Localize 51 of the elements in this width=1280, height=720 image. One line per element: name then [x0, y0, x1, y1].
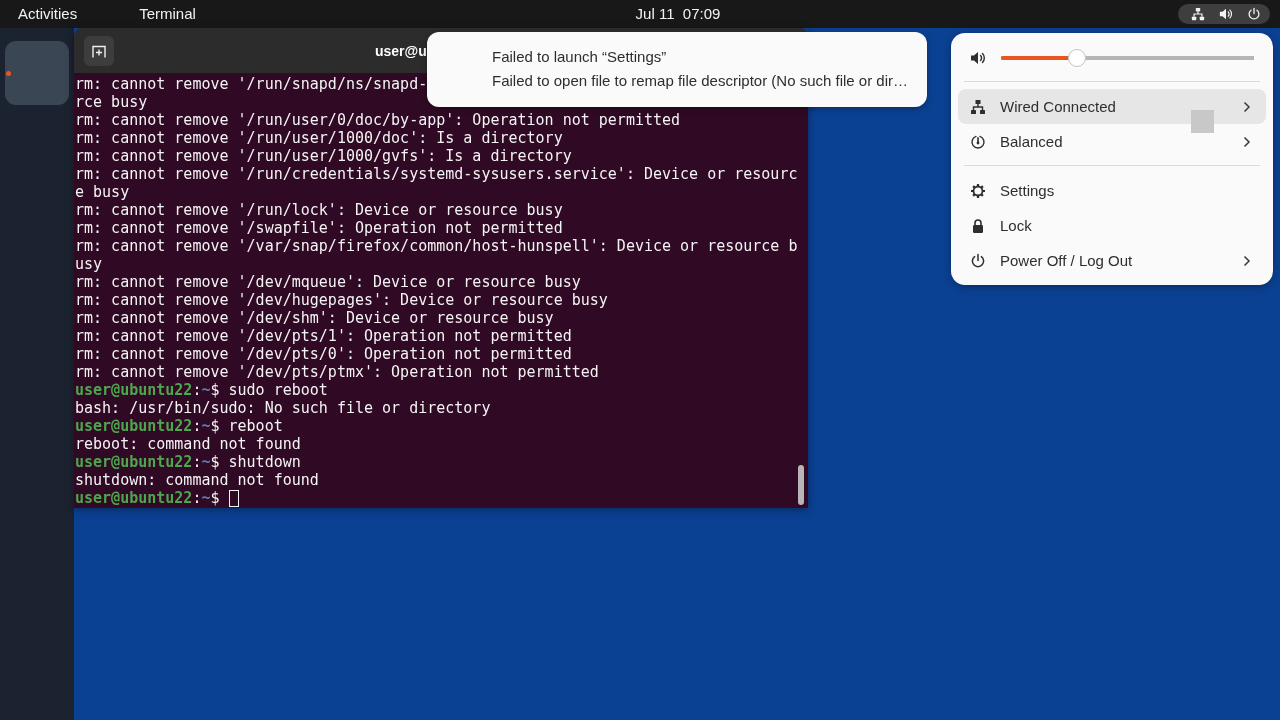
terminal-line: rm: cannot remove '/run/user/0/doc/by-app': Operation not permitted [75, 111, 681, 129]
terminal-line: rm: cannot remove '/run/user/1000/gvfs': Is a directory [75, 147, 572, 165]
terminal-line: rm: cannot remove '/var/snap/firefox/common/host-hunspell': Device or resource b [75, 237, 798, 255]
terminal-prompt-line: user@ubuntu22:~$ [75, 489, 221, 507]
speaker-icon [1219, 7, 1233, 21]
terminal-line: rm: cannot remove '/dev/shm': Device or resource busy [75, 309, 554, 327]
scrollbar[interactable] [798, 465, 804, 505]
clock-button[interactable]: Jul 11 07:09 [625, 2, 731, 26]
gauge-icon [970, 133, 986, 150]
notification-title: Failed to launch “Settings” [492, 47, 668, 67]
terminal-line: rm: cannot remove '/dev/pts/1': Operation not permitted [75, 327, 572, 345]
app-tile[interactable] [5, 41, 69, 105]
slider-thumb[interactable] [1067, 48, 1086, 67]
terminal-prompt-line: user@ubuntu22:~$ sudo reboot [75, 381, 328, 399]
notification-body: Failed to open file to remap file descriptor (No such file or dir… [492, 71, 909, 91]
menu-item[interactable]: Balanced [958, 124, 1266, 159]
notification-toast[interactable]: Failed to launch “Settings” Failed to open file to remap file descriptor (No such file or dir… [427, 32, 927, 107]
terminal-line: rm: cannot remove '/dev/pts/ptmx': Operation not permitted [75, 363, 599, 381]
network-icon [1191, 7, 1205, 21]
app-menu-button[interactable]: Terminal [129, 2, 206, 26]
new-tab-button[interactable] [84, 35, 114, 66]
terminal-prompt-line: user@ubuntu22:~$ shutdown [75, 453, 301, 471]
terminal-line: rce busy [75, 93, 148, 111]
terminal-line: rm: cannot remove '/run/lock': Device or resource busy [75, 201, 563, 219]
menu-item[interactable]: Wired Connected [958, 89, 1266, 124]
lock-icon [970, 217, 986, 234]
menu-item[interactable]: Lock [958, 208, 1266, 243]
terminal-line: rm: cannot remove '/dev/hugepages': Device or resource busy [75, 291, 608, 309]
network-icon [970, 98, 986, 115]
terminal-line: shutdown: command not found [75, 471, 319, 489]
terminal-line: reboot: command not found [75, 435, 301, 453]
activities-button[interactable]: Activities [8, 2, 88, 26]
terminal-line: e busy [75, 183, 130, 201]
terminal-line: rm: cannot remove '/run/credentials/systemd-sysusers.service': Device or resourc [75, 165, 798, 183]
terminal-line: bash: /usr/bin/sudo: No such file or directory [75, 399, 491, 417]
menu-item[interactable]: Power Off / Log Out [958, 243, 1266, 278]
terminal-line: rm: cannot remove '/run/user/1000/doc': Is a directory [75, 129, 563, 147]
menu-item[interactable]: Settings [958, 173, 1266, 208]
speaker-icon [970, 49, 986, 66]
terminal-line: rm: cannot remove '/run/snapd/ns/snapd- [75, 75, 428, 93]
system-menu-button[interactable] [1178, 4, 1270, 24]
terminal-line: rm: cannot remove '/dev/mqueue': Device or resource busy [75, 273, 581, 291]
terminal-line: usy [75, 255, 103, 273]
power-icon [1247, 7, 1261, 21]
terminal-prompt-line: user@ubuntu22:~$ reboot [75, 417, 283, 435]
settings-icon [970, 182, 986, 199]
square-icon [1191, 110, 1214, 133]
window-title: user@u [375, 42, 427, 59]
terminal-line: rm: cannot remove '/dev/pts/0': Operation not permitted [75, 345, 572, 363]
power-icon [970, 252, 986, 269]
terminal-line: rm: cannot remove '/swapfile': Operation not permitted [75, 219, 563, 237]
